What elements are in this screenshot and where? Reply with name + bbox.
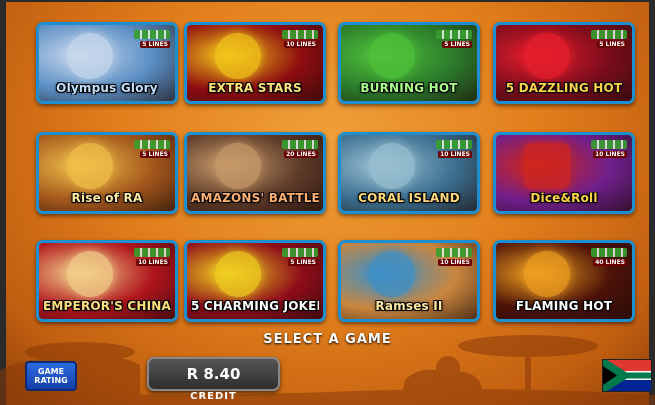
ramses-icon [369, 251, 415, 297]
game-rating-button[interactable]: GAME RATING [25, 361, 77, 391]
game-badges [282, 248, 318, 257]
game-lines-badge: 10 LINES [136, 259, 170, 266]
ra-icon [67, 143, 113, 189]
game-tile[interactable]: 10 LINES EXTRA STARS [184, 22, 326, 104]
game-badges [436, 30, 472, 39]
game-badges [436, 248, 472, 257]
game-lines-badge: 40 LINES [593, 259, 627, 266]
game-badges [591, 248, 627, 257]
game-lines-badge: 5 LINES [288, 259, 318, 266]
game-tile[interactable]: 10 LINES EMPEROR'S CHINA [36, 240, 178, 322]
game-lines-badge: 5 LINES [140, 41, 170, 48]
game-grid: 5 LINES Olympus Glory 10 LINES EXTRA STARS 5… [36, 22, 635, 327]
game-badges [134, 30, 170, 39]
game-title: AMAZONS' BATTLE [191, 192, 319, 205]
credit-value: R 8.40 [186, 365, 241, 383]
game-title: EMPEROR'S CHINA [43, 300, 171, 313]
game-badges [134, 140, 170, 149]
select-game-label: SELECT A GAME [263, 332, 392, 347]
joker-icon [215, 251, 261, 297]
game-badges [282, 140, 318, 149]
flaming-icon [524, 251, 570, 297]
game-title: Dice&Roll [530, 192, 598, 205]
credit-label: CREDIT [190, 391, 237, 402]
south-africa-flag-icon[interactable] [602, 359, 652, 392]
game-title: BURNING HOT [360, 82, 458, 95]
game-lines-badge: 20 LINES [284, 151, 318, 158]
game-badges [282, 30, 318, 39]
emperor-icon [67, 251, 113, 297]
game-lines-badge: 10 LINES [438, 259, 472, 266]
game-lines-badge: 5 LINES [597, 41, 627, 48]
game-badges [134, 248, 170, 257]
game-title: FLAMING HOT [515, 300, 613, 313]
game-tile[interactable]: 5 LINES BURNING HOT [338, 22, 480, 104]
credit-display: R 8.40 [147, 357, 280, 391]
game-badges [436, 140, 472, 149]
game-title: EXTRA STARS [208, 82, 302, 95]
seven-icon [524, 33, 570, 79]
game-lines-badge: 10 LINES [593, 151, 627, 158]
game-badges [591, 140, 627, 149]
game-tile[interactable]: 20 LINES AMAZONS' BATTLE [184, 132, 326, 214]
game-rating-label: GAME RATING [34, 367, 68, 385]
game-tile[interactable]: 5 LINES Rise of RA [36, 132, 178, 214]
game-lines-badge: 10 LINES [438, 151, 472, 158]
game-lines-badge: 5 LINES [140, 151, 170, 158]
flag-graphic [603, 360, 651, 391]
game-tile[interactable]: 5 LINES Olympus Glory [36, 22, 178, 104]
dice-icon [524, 143, 570, 189]
game-title: Olympus Glory [56, 82, 158, 95]
game-title: Rise of RA [71, 192, 143, 205]
game-lines-badge: 5 LINES [442, 41, 472, 48]
amazons-icon [215, 143, 261, 189]
game-tile[interactable]: 40 LINES FLAMING HOT [493, 240, 635, 322]
game-tile[interactable]: 10 LINES Ramses II [338, 240, 480, 322]
coral-icon [369, 143, 415, 189]
olympus-icon [67, 33, 113, 79]
clover-icon [369, 33, 415, 79]
game-tile[interactable]: 5 LINES 5 CHARMING JOKER [184, 240, 326, 322]
game-lines-badge: 10 LINES [284, 41, 318, 48]
stars-icon [215, 33, 261, 79]
game-title: Ramses II [375, 300, 443, 313]
game-tile[interactable]: 5 LINES 5 DAZZLING HOT [493, 22, 635, 104]
game-badges [591, 30, 627, 39]
game-tile[interactable]: 10 LINES Dice&Roll [493, 132, 635, 214]
game-title: CORAL ISLAND [358, 192, 460, 205]
game-title: 5 DAZZLING HOT [505, 82, 623, 95]
game-tile[interactable]: 10 LINES CORAL ISLAND [338, 132, 480, 214]
game-title: 5 CHARMING JOKER [191, 300, 319, 313]
